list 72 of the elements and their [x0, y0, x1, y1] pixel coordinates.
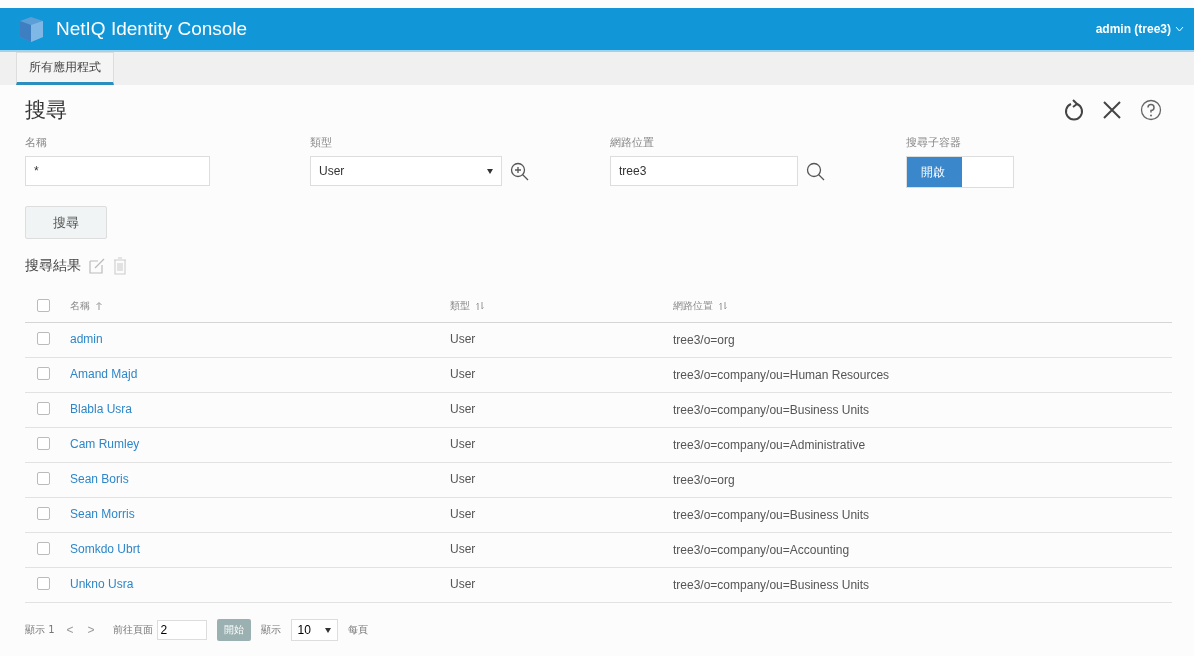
- show-label: 顯示: [260, 623, 281, 637]
- app-title: NetIQ Identity Console: [56, 18, 248, 40]
- edit-icon[interactable]: [89, 258, 105, 274]
- row-checkbox[interactable]: [37, 542, 50, 555]
- field-label: 類型: [310, 135, 333, 150]
- location-field[interactable]: tree3: [610, 156, 798, 186]
- sort-icon[interactable]: [719, 302, 727, 310]
- results-title: 搜尋結果: [25, 257, 81, 275]
- user-link[interactable]: admin: [70, 332, 103, 346]
- user-link[interactable]: Cam Rumley: [70, 437, 140, 451]
- table-cell: tree3/o=company/ou=Human Resources: [673, 367, 890, 384]
- row-checkbox[interactable]: [37, 472, 50, 485]
- caret-down-icon: [324, 627, 331, 633]
- row-checkbox[interactable]: [37, 332, 50, 345]
- type-select[interactable]: User: [310, 156, 502, 186]
- trash-icon[interactable]: [113, 257, 127, 275]
- table-cell: tree3/o=company/ou=Administrative: [673, 437, 866, 454]
- help-icon[interactable]: [1140, 99, 1162, 121]
- select-all-checkbox[interactable]: [37, 299, 50, 312]
- go-button[interactable]: 開始: [216, 619, 251, 641]
- previous-page-button[interactable]: <: [64, 623, 76, 637]
- row-checkbox[interactable]: [37, 577, 50, 590]
- refresh-icon[interactable]: [1064, 99, 1084, 121]
- sort-ascending-icon[interactable]: [96, 302, 102, 310]
- caret-down-icon: [487, 168, 493, 174]
- user-link[interactable]: Unkno Usra: [70, 577, 134, 591]
- row-checkbox[interactable]: [37, 507, 50, 520]
- row-checkbox[interactable]: [37, 367, 50, 380]
- table-cell: tree3/o=company/ou=Business Units: [673, 402, 870, 419]
- page-indicator: 顯示 1: [25, 623, 55, 637]
- table-cell: User: [450, 402, 476, 416]
- table-cell: User: [450, 332, 476, 346]
- table-cell: User: [450, 437, 476, 451]
- row-checkbox[interactable]: [37, 437, 50, 450]
- user-link[interactable]: Blabla Usra: [70, 402, 133, 416]
- table-cell: tree3/o=company/ou=Business Units: [673, 577, 870, 594]
- field-label: 搜尋子容器: [906, 135, 962, 150]
- search-icon[interactable]: [806, 161, 825, 181]
- table-cell: tree3/o=org: [673, 332, 735, 349]
- user-link[interactable]: Somkdo Ubrt: [70, 542, 141, 556]
- table-cell: User: [450, 577, 476, 591]
- table-cell: tree3/o=org: [673, 472, 735, 489]
- table-cell: tree3/o=company/ou=Business Units: [673, 507, 870, 524]
- page-size-select[interactable]: 10: [290, 619, 338, 641]
- next-page-button[interactable]: >: [85, 623, 97, 637]
- table-cell: User: [450, 542, 476, 556]
- sort-icon[interactable]: [476, 302, 484, 310]
- page-title: 搜尋: [25, 97, 67, 124]
- table-cell: tree3/o=company/ou=Accounting: [673, 542, 850, 559]
- search-button[interactable]: 搜尋: [25, 206, 107, 239]
- field-label: 網路位置: [610, 135, 655, 150]
- user-link[interactable]: Amand Majd: [70, 367, 138, 381]
- per-page-label: 每頁: [347, 623, 368, 637]
- column-header[interactable]: 網路位置: [673, 299, 713, 313]
- row-checkbox[interactable]: [37, 402, 50, 415]
- user-link[interactable]: Sean Morris: [70, 507, 135, 521]
- user-menu[interactable]: admin (tree3): [1095, 22, 1184, 36]
- close-icon[interactable]: [1102, 100, 1122, 120]
- chevron-down-icon: [1175, 26, 1184, 32]
- field-label: 名稱: [25, 135, 48, 150]
- table-cell: User: [450, 507, 476, 521]
- name-field[interactable]: *: [25, 156, 210, 186]
- goto-page-field[interactable]: 2: [156, 620, 207, 640]
- app-tab[interactable]: 所有應用程式: [16, 52, 114, 85]
- goto-page-label: 前往頁面: [112, 623, 153, 637]
- table-cell: User: [450, 472, 476, 486]
- user-link[interactable]: Sean Boris: [70, 472, 129, 486]
- subcontainer-toggle[interactable]: 開啟: [906, 156, 1014, 188]
- table-cell: User: [450, 367, 476, 381]
- column-header[interactable]: 類型: [450, 299, 470, 313]
- zoom-in-icon[interactable]: [510, 161, 529, 181]
- column-header[interactable]: 名稱: [70, 299, 90, 313]
